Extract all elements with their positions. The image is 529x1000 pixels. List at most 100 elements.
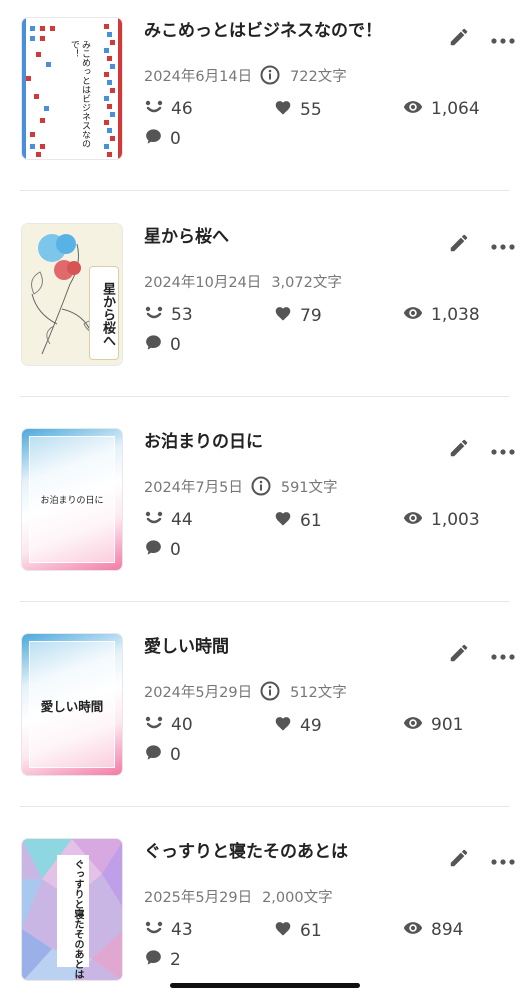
smile-icon xyxy=(145,305,171,325)
pencil-icon[interactable] xyxy=(448,847,470,869)
comment-count: 0 xyxy=(145,539,181,561)
article-item[interactable]: お泊まりの日に お泊まりの日に 2024年7月5日 591文字 44 61 1,003 0 xyxy=(0,412,529,617)
like-count-value: 44 xyxy=(171,510,193,530)
heart-count: 49 xyxy=(274,715,322,736)
like-count-value: 53 xyxy=(171,305,193,325)
comment-bubble-icon xyxy=(145,744,170,766)
article-item[interactable]: 愛しい時間 愛しい時間 2024年5月29日 512文字 40 49 901 0 xyxy=(0,617,529,822)
comment-count: 0 xyxy=(145,334,181,356)
article-title[interactable]: 愛しい時間 xyxy=(144,632,434,657)
comment-count: 0 xyxy=(145,128,181,150)
info-circle-icon[interactable] xyxy=(251,476,271,496)
character-count: 512文字 xyxy=(290,684,347,701)
item-divider xyxy=(20,601,509,602)
article-title[interactable]: お泊まりの日に xyxy=(144,427,434,452)
view-count-value: 1,003 xyxy=(431,510,480,530)
heart-icon xyxy=(274,99,300,120)
publish-date: 2024年6月14日 xyxy=(144,68,253,85)
pencil-icon[interactable] xyxy=(448,232,470,254)
article-meta: 2024年5月29日 512文字 xyxy=(144,679,347,703)
info-circle-icon[interactable] xyxy=(260,681,280,701)
comment-count-value: 0 xyxy=(170,540,181,560)
heart-icon xyxy=(274,510,300,531)
comment-count-value: 0 xyxy=(170,335,181,355)
character-count: 722文字 xyxy=(290,68,347,85)
heart-count-value: 49 xyxy=(300,715,322,736)
like-count: 44 xyxy=(145,510,193,530)
smile-icon xyxy=(145,715,171,735)
view-count: 901 xyxy=(403,715,463,735)
article-cover-image[interactable]: 星から桜へ xyxy=(21,223,123,366)
item-divider xyxy=(20,190,509,191)
like-count: 40 xyxy=(145,715,193,735)
heart-count-value: 61 xyxy=(300,920,322,941)
info-circle-icon[interactable] xyxy=(260,65,280,85)
article-meta: 2025年5月29日 2,000文字 xyxy=(144,884,333,908)
comment-count-value: 0 xyxy=(170,745,181,765)
publish-date: 2024年10月24日 xyxy=(144,274,262,291)
publish-date: 2024年5月29日 xyxy=(144,684,253,701)
heart-icon xyxy=(274,715,300,736)
heart-count: 61 xyxy=(274,510,322,531)
cover-title: みこめっとはビジネスなので！ xyxy=(69,40,90,148)
article-cover-image[interactable]: お泊まりの日に xyxy=(21,428,123,571)
more-horizontal-icon[interactable] xyxy=(490,237,516,250)
article-title[interactable]: 星から桜へ xyxy=(144,222,434,247)
article-meta: 2024年7月5日 591文字 xyxy=(144,474,338,498)
view-count: 1,003 xyxy=(403,510,480,530)
article-meta: 2024年10月24日 3,072文字 xyxy=(144,269,342,293)
heart-count: 79 xyxy=(274,305,322,326)
smile-icon xyxy=(145,510,171,530)
like-count: 53 xyxy=(145,305,193,325)
heart-count: 55 xyxy=(274,99,322,120)
article-item[interactable]: ぐっすりと寝たそのあとは ぐっすりと寝たそのあとは 2025年5月29日 2,000文… xyxy=(0,822,529,1000)
cover-title: 愛しい時間 xyxy=(40,699,104,714)
like-count: 43 xyxy=(145,920,193,940)
item-divider xyxy=(20,806,509,807)
article-meta: 2024年6月14日 722文字 xyxy=(144,63,347,87)
heart-count-value: 79 xyxy=(300,305,322,326)
heart-count-value: 61 xyxy=(300,510,322,531)
article-item[interactable]: みこめっとはビジネスなので！ みこめっとはビジネスなので！ 2024年6月14日 72… xyxy=(0,1,529,206)
comment-count-value: 2 xyxy=(170,950,181,970)
more-horizontal-icon[interactable] xyxy=(490,442,516,455)
heart-count-value: 55 xyxy=(300,99,322,120)
more-horizontal-icon[interactable] xyxy=(490,852,516,865)
article-cover-image[interactable]: みこめっとはビジネスなので！ xyxy=(21,17,123,160)
item-divider xyxy=(20,396,509,397)
article-title[interactable]: ぐっすりと寝たそのあとは xyxy=(144,837,434,862)
article-item[interactable]: 星から桜へ 星から桜へ 2024年10月24日 3,072文字 53 79 1,038 0 xyxy=(0,207,529,412)
smile-icon xyxy=(145,99,171,119)
comment-count: 2 xyxy=(145,949,181,971)
comment-count: 0 xyxy=(145,744,181,766)
view-count: 894 xyxy=(403,920,463,940)
pencil-icon[interactable] xyxy=(448,437,470,459)
eye-icon xyxy=(403,99,431,119)
heart-count: 61 xyxy=(274,920,322,941)
view-count-value: 901 xyxy=(431,715,464,735)
view-count-value: 894 xyxy=(431,920,464,940)
article-cover-image[interactable]: ぐっすりと寝たそのあとは xyxy=(21,838,123,981)
like-count-value: 46 xyxy=(171,99,193,119)
article-cover-image[interactable]: 愛しい時間 xyxy=(21,633,123,776)
character-count: 3,072文字 xyxy=(271,274,342,291)
more-horizontal-icon[interactable] xyxy=(490,647,516,660)
pencil-icon[interactable] xyxy=(448,26,470,48)
view-count: 1,038 xyxy=(403,305,480,325)
heart-icon xyxy=(274,920,300,941)
cover-title: ぐっすりと寝たそのあとは xyxy=(72,859,83,979)
more-horizontal-icon[interactable] xyxy=(490,31,516,44)
like-count-value: 43 xyxy=(171,920,193,940)
home-indicator xyxy=(170,983,360,988)
eye-icon xyxy=(403,510,431,530)
character-count: 591文字 xyxy=(280,479,338,496)
cover-title: 星から桜へ xyxy=(100,282,115,347)
heart-icon xyxy=(274,305,300,326)
pencil-icon[interactable] xyxy=(448,642,470,664)
publish-date: 2024年7月5日 xyxy=(144,479,243,496)
view-count: 1,064 xyxy=(403,99,480,119)
article-title[interactable]: みこめっとはビジネスなので！ xyxy=(144,16,434,41)
comment-bubble-icon xyxy=(145,539,170,561)
like-count-value: 40 xyxy=(171,715,193,735)
view-count-value: 1,038 xyxy=(431,305,480,325)
